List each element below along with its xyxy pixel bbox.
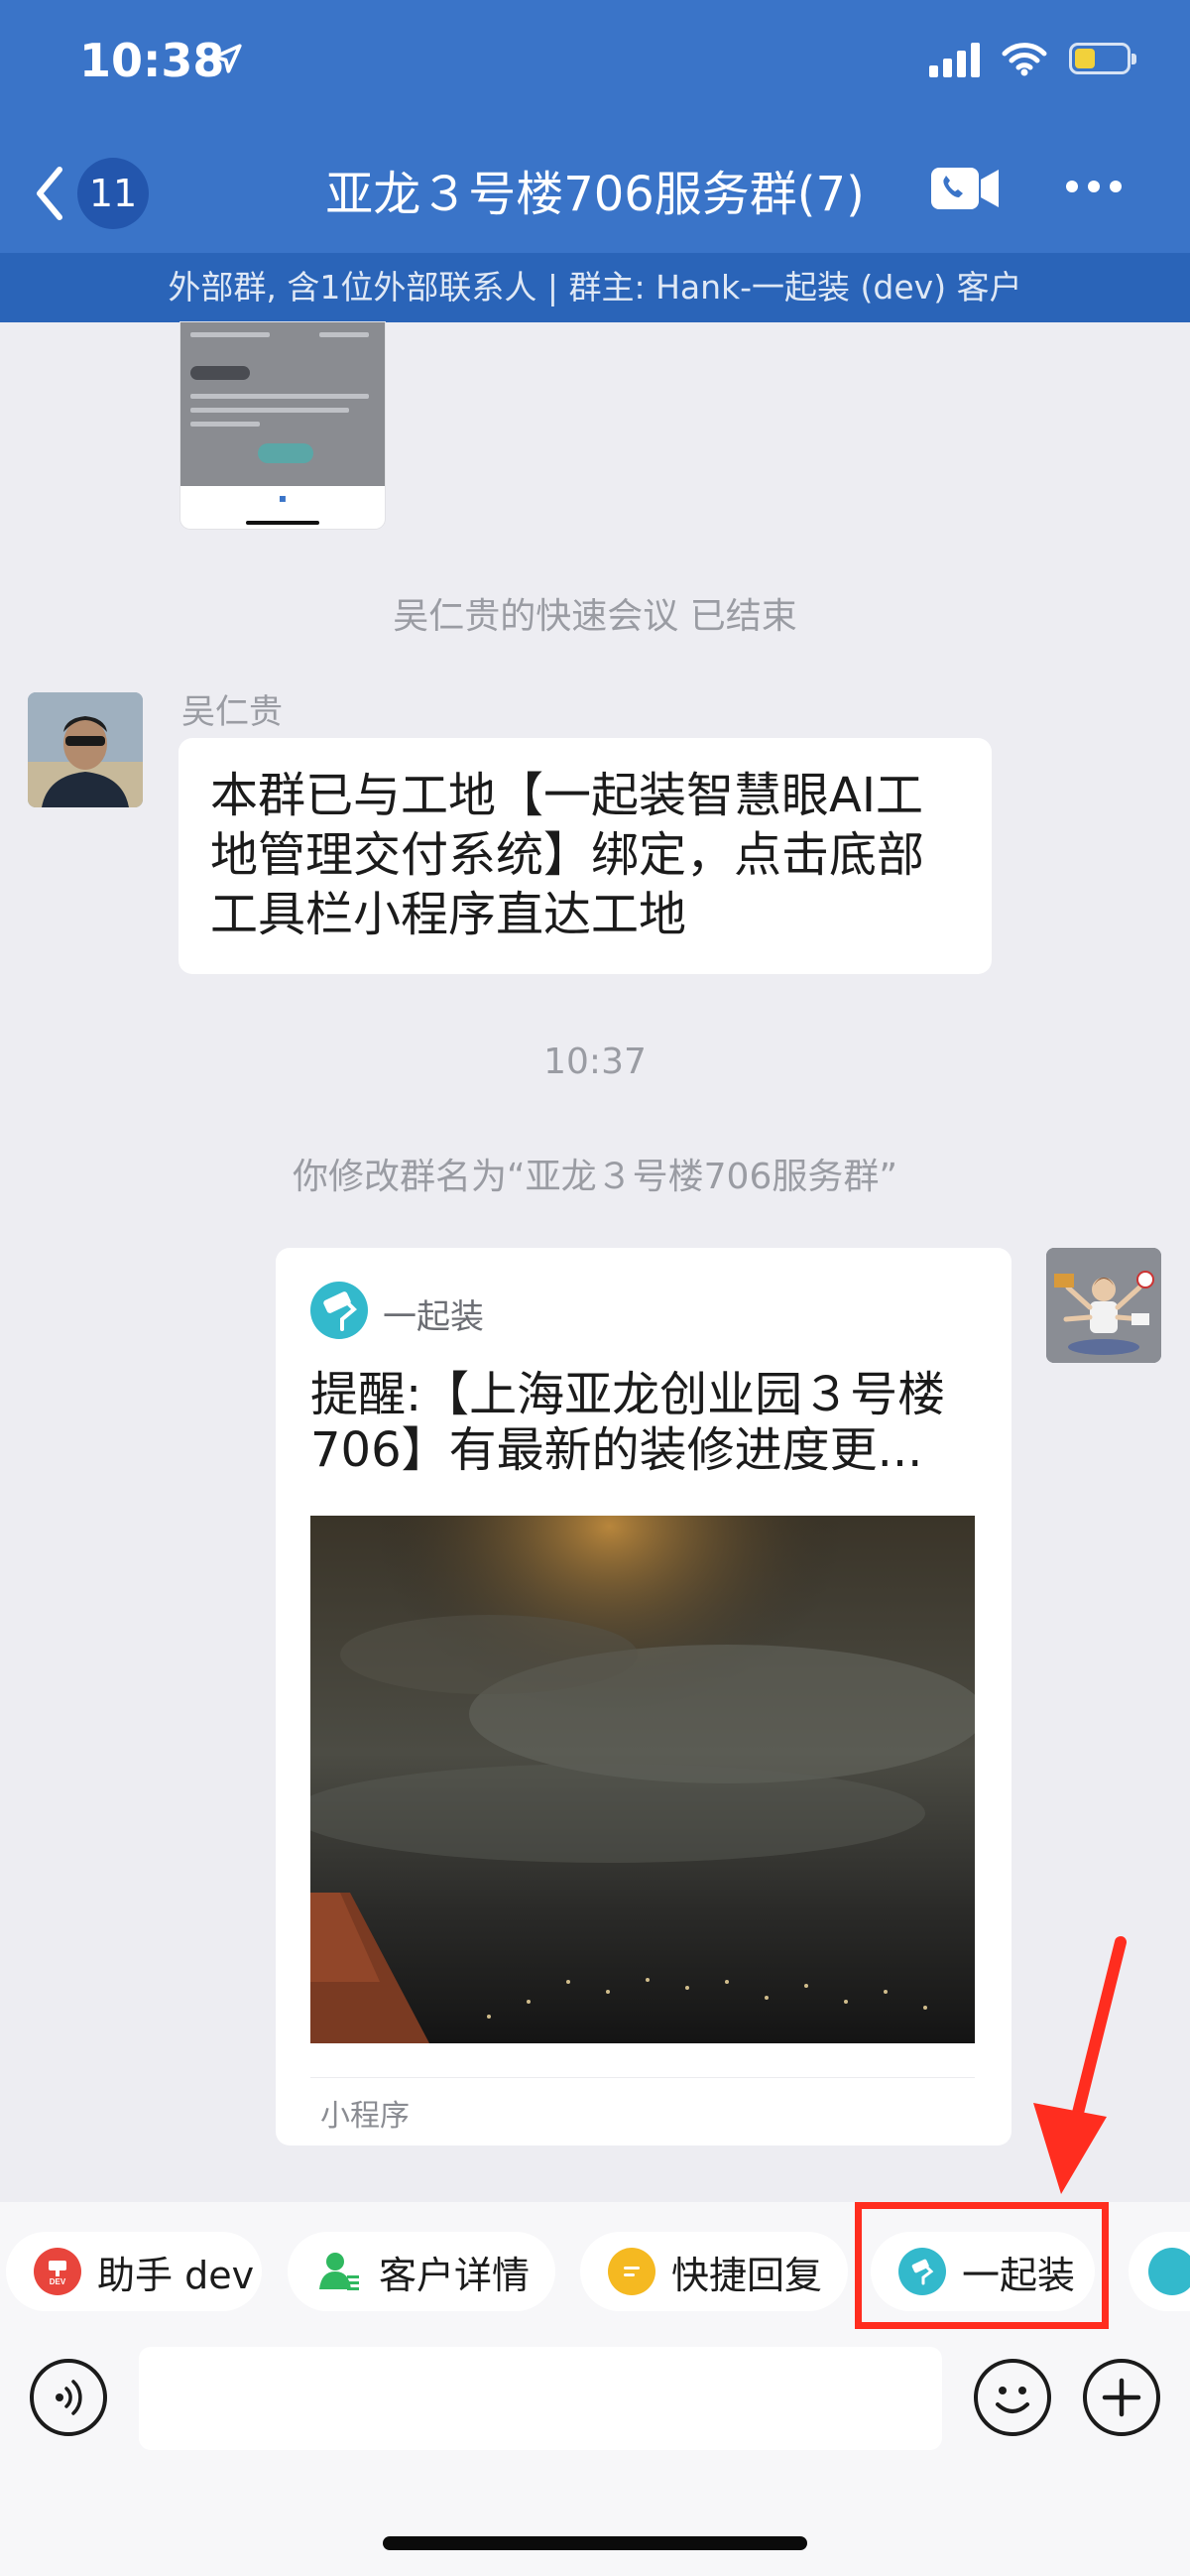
cellular-signal-icon [929, 40, 980, 77]
sender-name: 吴仁贵 [181, 692, 283, 732]
message-bubble[interactable]: 本群已与工地【一起装智慧眼AI工地管理交付系统】绑定，点击底部工具栏小程序直达工… [178, 738, 992, 974]
voice-wave-icon [56, 2380, 82, 2415]
system-message-meeting-ended: 吴仁贵的快速会议 已结束 [393, 596, 797, 637]
chat-header: 10:38 11 亚龙３号楼706服务群(7) [0, 0, 1190, 253]
chip-label-customer-details: 客户详情 [379, 2253, 531, 2297]
message-timestamp: 10:37 [543, 1042, 647, 1082]
smiley-icon [996, 2387, 1029, 2413]
battery-icon [1069, 43, 1136, 74]
mini-program-cover-image [310, 1516, 975, 2043]
status-indicators [929, 40, 1136, 77]
screenshot-tab-icon: ▪ [278, 491, 288, 505]
multitasking-person-avatar-icon [1046, 1248, 1161, 1363]
home-indicator [383, 2536, 807, 2550]
status-time: 10:38 [79, 34, 225, 87]
more-actions-button[interactable] [1083, 2359, 1160, 2436]
mini-program-title: 提醒:【上海亚龙创业园３号楼706】有最新的装修进度更... [310, 1367, 946, 1478]
paint-roller-icon [1148, 2248, 1190, 2295]
voice-input-button[interactable] [30, 2359, 107, 2436]
chat-title: 亚龙３号楼706服务群(7) [325, 167, 865, 222]
system-message-rename: 你修改群名为“亚龙３号楼706服务群” [292, 1157, 897, 1197]
red-arrow-annotation [1033, 1936, 1127, 2194]
toolbar-chip-assistant-dev[interactable]: DEV 助手 dev [6, 2232, 262, 2311]
mini-program-app-name: 一起装 [383, 1297, 484, 1337]
previous-message-screenshot[interactable]: ▪ [180, 322, 385, 529]
sender-avatar[interactable] [28, 692, 143, 807]
plus-icon [1102, 2378, 1141, 2417]
assistant-dev-icon: DEV [34, 2248, 81, 2295]
mini-program-card[interactable]: 一起装 提醒:【上海亚龙创业园３号楼706】有最新的装修进度更... 小程序 [276, 1248, 1012, 2146]
paint-roller-icon [310, 1282, 368, 1339]
card-divider [310, 2077, 975, 2078]
call-video-icon[interactable] [929, 164, 1001, 213]
location-arrow-icon [212, 44, 242, 73]
more-options-button[interactable] [1066, 181, 1122, 192]
person-avatar-icon [28, 692, 143, 807]
toolbar-chip-customer-details[interactable]: 客户详情 [288, 2232, 555, 2311]
chip-label-assistant-dev: 助手 dev [97, 2253, 255, 2297]
mini-program-label: 小程序 [320, 2099, 410, 2134]
emoji-button[interactable] [974, 2359, 1051, 2436]
red-highlight-box [855, 2202, 1109, 2329]
svg-text:DEV: DEV [50, 2277, 66, 2286]
wifi-icon [1002, 43, 1047, 76]
chip-label-quick-reply: 快捷回复 [671, 2253, 823, 2297]
toolbar-chip-quick-reply[interactable]: 快捷回复 [580, 2232, 848, 2311]
message-input[interactable] [139, 2347, 942, 2450]
customer-details-icon [315, 2248, 363, 2295]
quick-reply-icon [608, 2248, 655, 2295]
my-avatar[interactable] [1046, 1248, 1161, 1363]
group-info-bar[interactable]: 外部群, 含1位外部联系人 | 群主: Hank-一起装 (dev) 客户 [0, 253, 1190, 322]
